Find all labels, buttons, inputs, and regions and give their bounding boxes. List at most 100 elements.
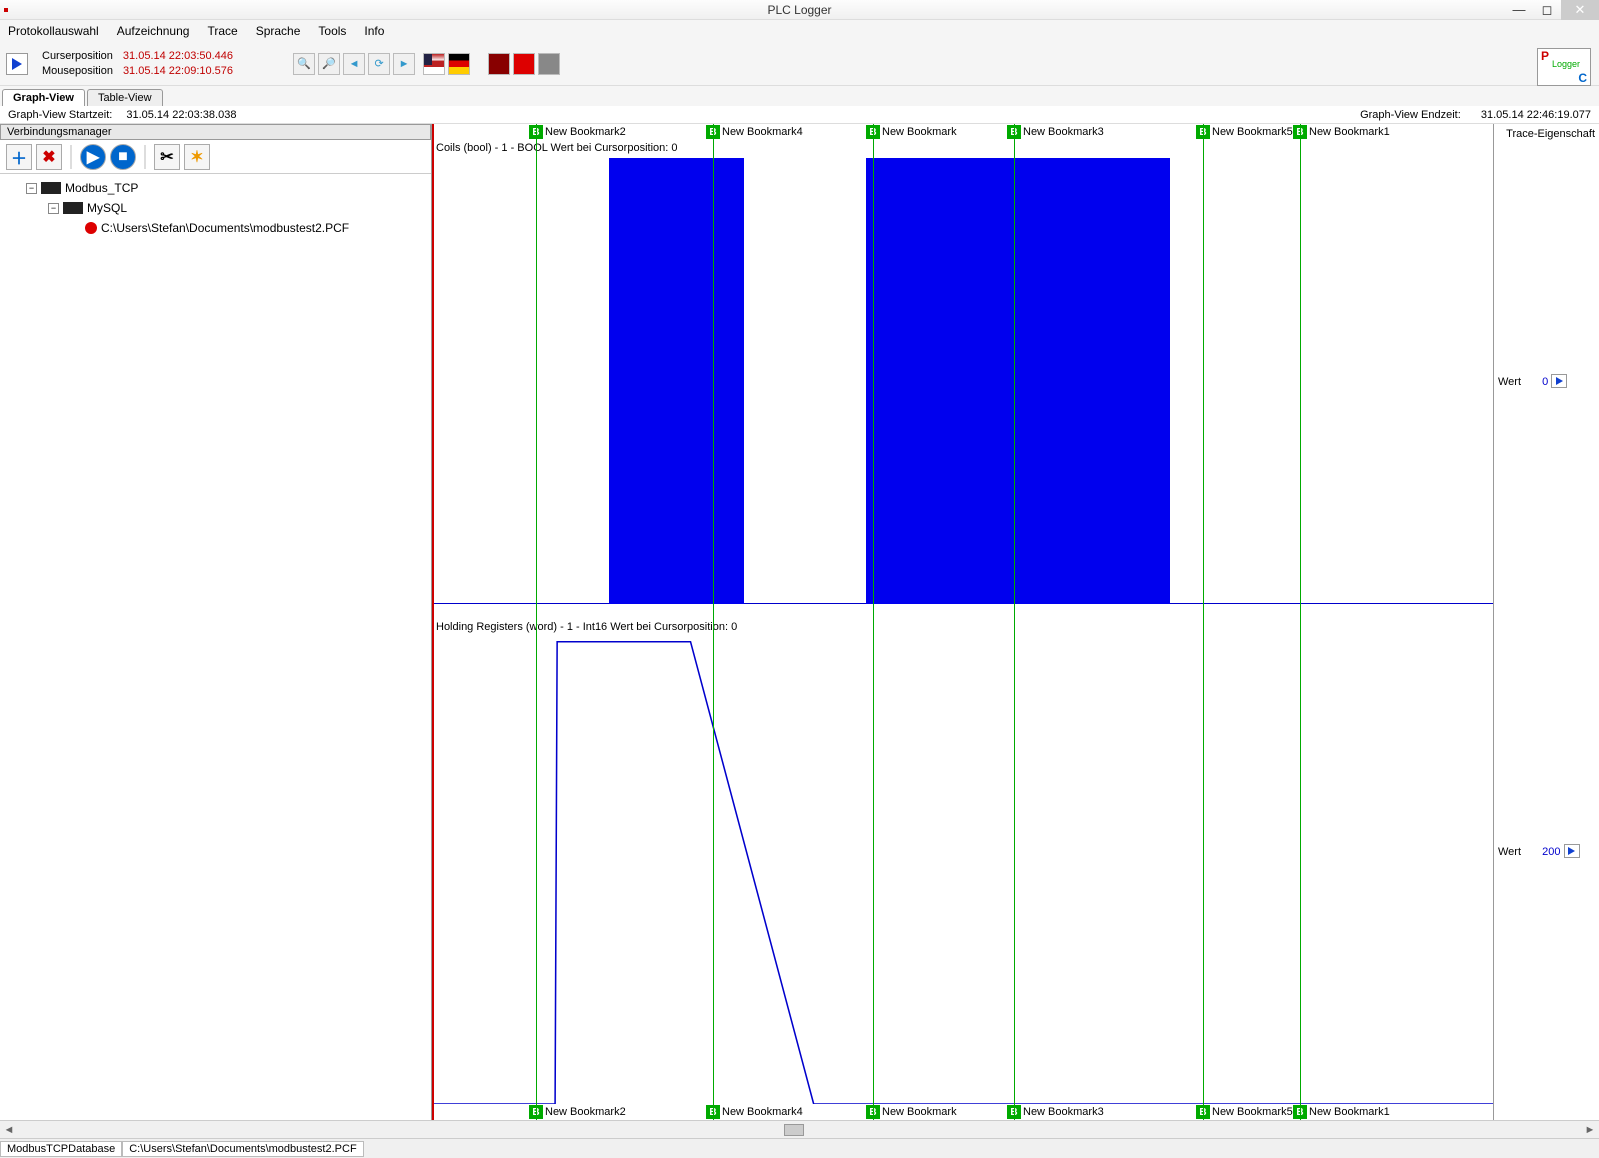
nav-refresh-icon[interactable]: ⟳ [368, 53, 390, 75]
bookmark[interactable]: BNew Bookmark2 [529, 124, 626, 140]
play-small-1[interactable] [1551, 374, 1567, 388]
tree-node-modbus[interactable]: − Modbus_TCP [8, 178, 423, 198]
bookmark[interactable]: BNew Bookmark5 [1196, 124, 1293, 140]
start-time-value: 31.05.14 22:03:38.038 [126, 109, 236, 121]
bookmark[interactable]: BNew Bookmark1 [1293, 1104, 1390, 1120]
wert-value-2: 200 [1542, 846, 1560, 858]
mouse-pos-value: 31.05.14 22:09:10.576 [123, 64, 233, 79]
bool-high-segment [609, 158, 744, 604]
collapse-icon[interactable]: − [26, 183, 37, 194]
menu-trace[interactable]: Trace [207, 24, 237, 38]
tree-label: MySQL [87, 201, 127, 215]
maximize-button[interactable]: ◻ [1533, 0, 1561, 20]
status-bar: ModbusTCPDatabase C:\Users\Stefan\Docume… [0, 1138, 1599, 1158]
wert-value-1: 0 [1542, 376, 1548, 388]
plot-container: BNew Bookmark2 BNew Bookmark4 BNew Bookmar… [432, 124, 1599, 1120]
close-button[interactable]: ✕ [1561, 0, 1599, 20]
tree-label: C:\Users\Stefan\Documents\modbustest2.PC… [101, 221, 349, 235]
menu-tools[interactable]: Tools [318, 24, 346, 38]
run-button[interactable]: ▶ [80, 144, 106, 170]
chart-holding-registers: Holding Registers (word) - 1 - Int16 Wer… [434, 621, 1493, 1104]
bookmark[interactable]: BNew Bookmark [866, 1104, 957, 1120]
bookmark-label: New Bookmark3 [1023, 1106, 1104, 1118]
collapse-icon[interactable]: − [48, 203, 59, 214]
horizontal-scrollbar[interactable]: ◄ ► [0, 1120, 1599, 1138]
chart-coils: Coils (bool) - 1 - BOOL Wert bei Cursorp… [434, 140, 1493, 604]
title-bar: PLC Logger — ◻ ✕ [0, 0, 1599, 20]
clear-icon[interactable]: ✶ [184, 144, 210, 170]
bookmark[interactable]: BNew Bookmark3 [1007, 1104, 1104, 1120]
cursor-pos-value: 31.05.14 22:03:50.446 [123, 49, 233, 64]
stop-button[interactable]: ■ [110, 144, 136, 170]
nav-back-icon[interactable]: ◄ [343, 53, 365, 75]
bookmark-line [1300, 124, 1301, 1120]
wert-label-2: Wert [1498, 846, 1521, 858]
end-time-label: Graph-View Endzeit: [1360, 109, 1461, 121]
tab-graph-view[interactable]: Graph-View [2, 89, 85, 106]
bookmark[interactable]: BNew Bookmark4 [706, 124, 803, 140]
bookmark[interactable]: BNew Bookmark [866, 124, 957, 140]
start-time-label: Graph-View Startzeit: [8, 109, 112, 121]
status-db: ModbusTCPDatabase [0, 1141, 122, 1157]
tab-table-view[interactable]: Table-View [87, 89, 163, 106]
zoom-in-icon[interactable]: 🔍 [293, 53, 315, 75]
menu-sprache[interactable]: Sprache [256, 24, 301, 38]
plot-area[interactable]: BNew Bookmark2 BNew Bookmark4 BNew Bookmar… [432, 124, 1493, 1120]
bookmark-line [873, 124, 874, 1120]
menu-info[interactable]: Info [364, 24, 384, 38]
delete-button[interactable]: ✖ [36, 144, 62, 170]
tree-node-file[interactable]: C:\Users\Stefan\Documents\modbustest2.PC… [8, 218, 423, 238]
cursor-pos-label: Curserposition [42, 49, 113, 64]
scroll-right-icon[interactable]: ► [1581, 1122, 1599, 1138]
bookmark-label: New Bookmark3 [1023, 126, 1104, 138]
bookmark-line [1014, 124, 1015, 1120]
color-gray-button[interactable] [538, 53, 560, 75]
cut-icon[interactable]: ✂ [154, 144, 180, 170]
play-small-2[interactable] [1564, 844, 1580, 858]
bookmark-line [536, 124, 537, 1120]
line-series [434, 642, 1493, 1104]
bookmark[interactable]: BNew Bookmark2 [529, 1104, 626, 1120]
bookmark[interactable]: BNew Bookmark4 [706, 1104, 803, 1120]
bookmark-label: New Bookmark [882, 126, 957, 138]
bookmark-line [1203, 124, 1204, 1120]
bookmark-label: New Bookmark1 [1309, 126, 1390, 138]
bookmark[interactable]: BNew Bookmark5 [1196, 1104, 1293, 1120]
bookmark-label: New Bookmark5 [1212, 126, 1293, 138]
flag-us-icon[interactable] [423, 53, 445, 75]
menu-bar: Protokollauswahl Aufzeichnung Trace Spra… [0, 20, 1599, 42]
color-dark-button[interactable] [488, 53, 510, 75]
bookmark-label: New Bookmark [882, 1106, 957, 1118]
nav-forward-icon[interactable]: ► [393, 53, 415, 75]
view-tabs: Graph-View Table-View [0, 86, 1599, 106]
bookmark-label: New Bookmark1 [1309, 1106, 1390, 1118]
mouse-pos-label: Mouseposition [42, 64, 113, 79]
minimize-button[interactable]: — [1505, 0, 1533, 20]
play-button[interactable] [6, 53, 28, 75]
menu-protokollauswahl[interactable]: Protokollauswahl [8, 24, 99, 38]
flag-de-icon[interactable] [448, 53, 470, 75]
add-button[interactable]: ＋ [6, 144, 32, 170]
scroll-thumb[interactable] [784, 1124, 804, 1136]
bookmark-label: New Bookmark4 [722, 1106, 803, 1118]
bookmark[interactable]: BNew Bookmark1 [1293, 124, 1390, 140]
trace-properties-panel: Trace-Eigenschaft Wert 0 Wert 200 [1493, 124, 1599, 1120]
db-icon [63, 202, 83, 214]
menu-aufzeichnung[interactable]: Aufzeichnung [117, 24, 190, 38]
sidebar-title: Verbindungsmanager [0, 124, 431, 140]
color-red-button[interactable] [513, 53, 535, 75]
scroll-left-icon[interactable]: ◄ [0, 1122, 18, 1138]
app-icon [4, 2, 20, 18]
bookmark[interactable]: BNew Bookmark3 [1007, 124, 1104, 140]
device-icon [41, 182, 61, 194]
status-file: C:\Users\Stefan\Documents\modbustest2.PC… [122, 1141, 363, 1157]
bookmark-label: New Bookmark5 [1212, 1106, 1293, 1118]
tree-label: Modbus_TCP [65, 181, 138, 195]
zoom-out-icon[interactable]: 🔎 [318, 53, 340, 75]
trace-properties-header: Trace-Eigenschaft [1498, 128, 1595, 140]
tree-node-mysql[interactable]: − MySQL [8, 198, 423, 218]
sidebar-toolbar: ＋ ✖ ▶ ■ ✂ ✶ [0, 140, 431, 174]
toolbar: Curserposition 31.05.14 22:03:50.446 Mous… [0, 42, 1599, 86]
connection-tree[interactable]: − Modbus_TCP − MySQL C:\Users\Stefan\Doc… [0, 174, 431, 1120]
window-title: PLC Logger [767, 3, 831, 17]
